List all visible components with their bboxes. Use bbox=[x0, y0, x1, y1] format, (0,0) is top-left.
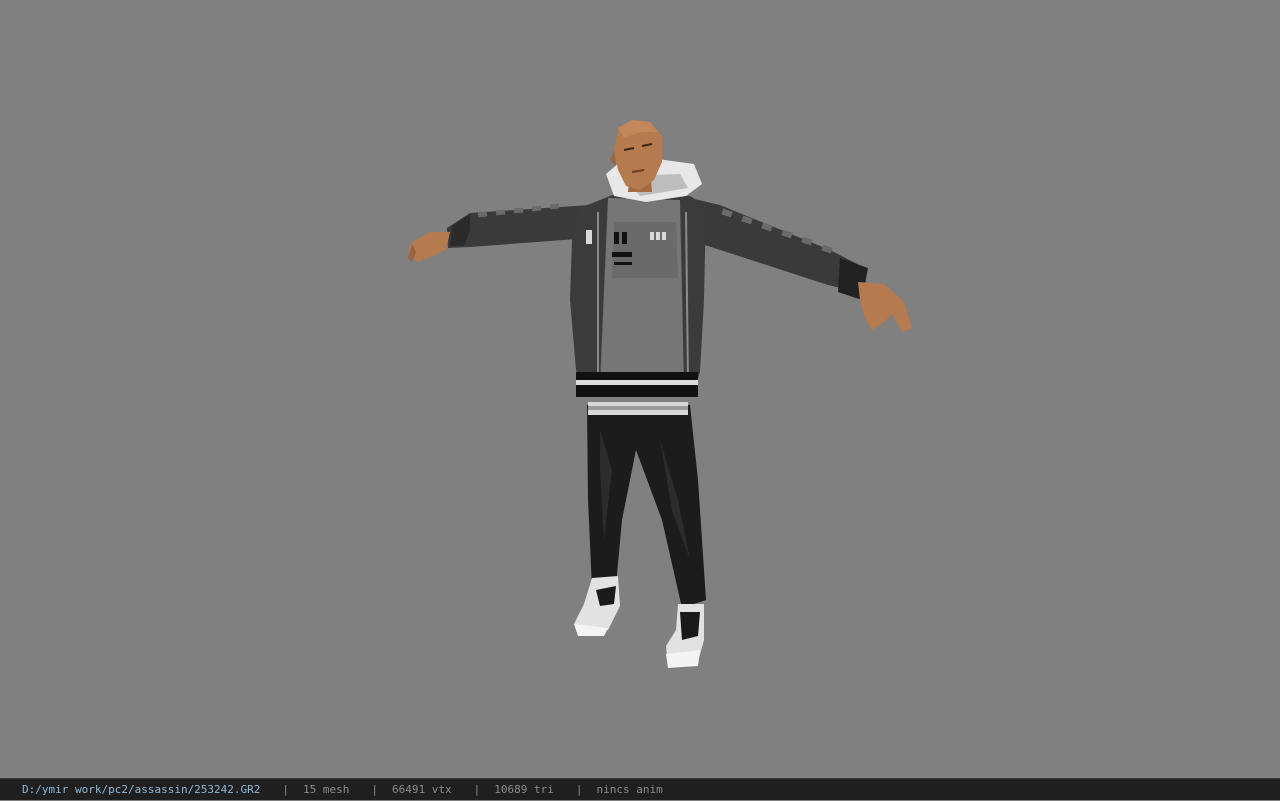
left-arm bbox=[408, 203, 590, 262]
triangle-count-label: 10689 tri bbox=[494, 783, 554, 796]
jacket bbox=[570, 158, 706, 397]
status-separator: | bbox=[575, 783, 583, 796]
mesh-count-label: 15 mesh bbox=[303, 783, 350, 796]
status-separator: | bbox=[473, 783, 481, 796]
animation-status-label: nincs anim bbox=[596, 783, 663, 796]
vertex-count-label: 66491 vtx bbox=[392, 783, 452, 796]
status-bar: D:/ymir work/pc2/assassin/253242.GR2 | 15 … bbox=[0, 778, 1280, 800]
status-separator: | bbox=[371, 783, 379, 796]
3d-viewport[interactable] bbox=[0, 0, 1280, 778]
status-separator: | bbox=[282, 783, 290, 796]
right-arm bbox=[690, 198, 912, 332]
right-shoe bbox=[666, 604, 704, 668]
character-model bbox=[408, 120, 912, 668]
left-shoe bbox=[574, 576, 620, 636]
file-path-label: D:/ymir work/pc2/assassin/253242.GR2 bbox=[22, 783, 261, 796]
